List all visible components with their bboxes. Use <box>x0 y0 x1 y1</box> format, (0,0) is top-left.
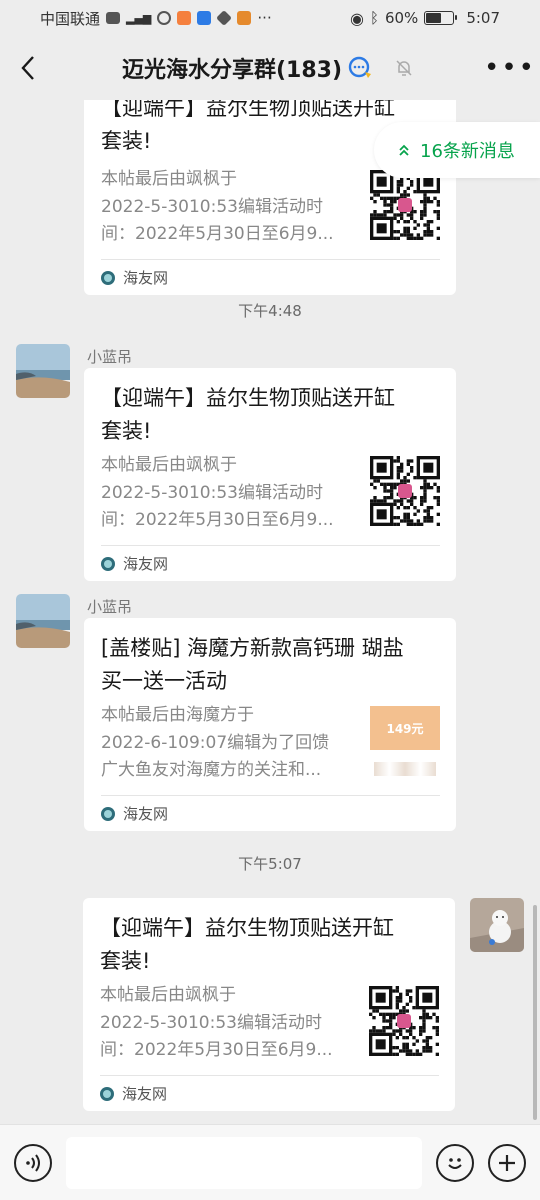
desc-line: 间：2022年5月30日至6月9... <box>100 1040 333 1060</box>
back-button[interactable] <box>0 36 56 100</box>
card-title-line: [盖楼贴] 海魔方新款高钙珊 瑚盐 <box>101 636 404 660</box>
double-chevron-up-icon <box>399 144 409 156</box>
eye-icon: ◉ <box>349 8 364 28</box>
more-dots-icon: ••• <box>483 53 536 83</box>
source-name: 海友网 <box>123 805 169 823</box>
desc-line: 2022-5-3010:53编辑活动时 <box>100 1012 322 1033</box>
source-name: 海友网 <box>123 555 169 573</box>
battery-percent: 60% <box>384 9 419 27</box>
chevron-left-icon <box>21 56 34 80</box>
source-name: 海友网 <box>123 269 169 287</box>
card-description: 本帖最后由飒枫于 2022-5-3010:53编辑活动时 间：2022年5月30… <box>100 982 356 1065</box>
card-title: 【迎端午】益尔生物顶贴送开缸 套装! <box>101 382 440 448</box>
desc-line: 本帖最后由飒枫于 <box>101 455 237 475</box>
mute-bell-icon <box>396 60 412 76</box>
smiley-icon <box>448 1157 462 1169</box>
price-text: 149元 <box>386 721 424 736</box>
message-input[interactable] <box>66 1136 422 1189</box>
avatar[interactable] <box>16 594 70 648</box>
card-description: 本帖最后由海魔方于 2022-6-109:07编辑为了回馈 广大鱼友对海魔方的关… <box>101 702 357 785</box>
card-title-line: 套装! <box>101 419 152 443</box>
sender-name: 小蓝吊 <box>87 598 133 616</box>
scrollbar[interactable] <box>533 905 537 1120</box>
haiyou-logo-icon <box>100 1086 114 1101</box>
video-app-icon <box>177 11 192 25</box>
card-title: [盖楼贴] 海魔方新款高钙珊 瑚盐 买一送一活动 <box>101 632 440 698</box>
desc-line: 本帖最后由飒枫于 <box>101 169 237 189</box>
card-title-line: 【迎端午】益尔生物顶贴送开缸 <box>101 100 395 120</box>
timestamp: 下午4:48 <box>238 302 302 320</box>
new-messages-count: 16条新消息 <box>420 141 515 162</box>
product-strip <box>374 762 436 776</box>
card-title: 【迎端午】益尔生物顶贴送开缸 套装! <box>100 912 439 978</box>
cube-app-icon <box>216 10 233 26</box>
link-card[interactable]: 【迎端午】益尔生物顶贴送开缸 套装! 本帖最后由飒枫于 2022-5-3010:… <box>83 898 455 1111</box>
emoji-button[interactable] <box>436 1143 474 1182</box>
plus-icon <box>499 1154 515 1171</box>
chat-title: 迈光海水分享群(183) <box>56 52 480 84</box>
card-source: 海友网 <box>101 545 440 581</box>
sync-icon <box>157 11 172 25</box>
price-banner: 149元 <box>370 706 440 750</box>
group-chat-badge-icon <box>348 56 372 78</box>
avatar[interactable] <box>16 344 70 398</box>
card-title-line: 套装! <box>100 949 151 973</box>
stamp-app-icon <box>237 11 252 25</box>
my-avatar[interactable] <box>470 898 524 952</box>
new-messages-button[interactable]: 16条新消息 <box>374 122 540 178</box>
desc-line: 间：2022年5月30日至6月9... <box>101 224 334 244</box>
message-list[interactable]: 【迎端午】益尔生物顶贴送开缸 套装! 本帖最后由飒枫于 2022-5-3010:… <box>0 100 540 1124</box>
desc-line: 2022-6-109:07编辑为了回馈 <box>101 732 330 753</box>
voice-button[interactable] <box>14 1143 52 1182</box>
beach-avatar-icon <box>16 594 70 648</box>
qr-code-thumbnail <box>370 456 440 526</box>
sender-name: 小蓝吊 <box>87 348 133 366</box>
card-source: 海友网 <box>100 1075 439 1111</box>
card-description: 本帖最后由飒枫于 2022-5-3010:53编辑活动时 间：2022年5月30… <box>101 166 357 249</box>
link-card[interactable]: 【迎端午】益尔生物顶贴送开缸 套装! 本帖最后由飒枫于 2022-5-3010:… <box>84 368 456 581</box>
more-notifications-icon: ··· <box>257 9 272 27</box>
desc-line: 本帖最后由海魔方于 <box>101 705 254 725</box>
qr-code-thumbnail <box>369 986 439 1056</box>
signal-icon: ▂▄▆ <box>126 11 152 25</box>
desc-line: 间：2022年5月30日至6月9... <box>101 510 334 530</box>
haiyou-logo-icon <box>101 270 115 285</box>
desc-line: 广大鱼友对海魔方的关注和... <box>101 760 322 780</box>
battery-icon <box>424 11 458 25</box>
card-source: 海友网 <box>101 259 440 295</box>
desc-line: 2022-5-3010:53编辑活动时 <box>101 196 323 217</box>
snowman-avatar-icon <box>470 898 524 952</box>
more-functions-button[interactable] <box>488 1143 526 1182</box>
card-description: 本帖最后由飒枫于 2022-5-3010:53编辑活动时 间：2022年5月30… <box>101 452 357 535</box>
bluetooth-icon: ᛒ <box>369 9 379 27</box>
timestamp: 下午5:07 <box>238 855 302 873</box>
hd-icon <box>106 12 121 24</box>
input-bar <box>0 1124 540 1200</box>
product-thumbnail: 149元 <box>370 706 440 776</box>
card-title-line: 【迎端午】益尔生物顶贴送开缸 <box>101 386 395 410</box>
haiyou-logo-icon <box>101 806 115 821</box>
bulb-app-icon <box>197 11 212 25</box>
desc-line: 2022-5-3010:53编辑活动时 <box>101 482 323 503</box>
link-card[interactable]: [盖楼贴] 海魔方新款高钙珊 瑚盐 买一送一活动 本帖最后由海魔方于 2022-… <box>84 618 456 831</box>
more-options-button[interactable]: ••• <box>480 36 540 100</box>
carrier-label: 中国联通 <box>40 9 101 28</box>
desc-line: 本帖最后由飒枫于 <box>100 985 236 1005</box>
status-bar: 中国联通 ▂▄▆ ··· ◉ ᛒ 60% 5:07 <box>0 0 540 36</box>
card-title-line: 【迎端午】益尔生物顶贴送开缸 <box>100 916 394 940</box>
group-name: 迈光海水分享群(183) <box>121 58 343 83</box>
beach-avatar-icon <box>16 344 70 398</box>
card-title-line: 买一送一活动 <box>101 669 227 693</box>
card-source: 海友网 <box>101 795 440 831</box>
haiyou-logo-icon <box>101 556 115 571</box>
clock: 5:07 <box>466 9 500 27</box>
source-name: 海友网 <box>122 1085 168 1103</box>
voice-icon <box>26 1153 40 1172</box>
qr-code-thumbnail <box>370 170 440 240</box>
chat-header: 迈光海水分享群(183) ••• <box>0 36 540 100</box>
